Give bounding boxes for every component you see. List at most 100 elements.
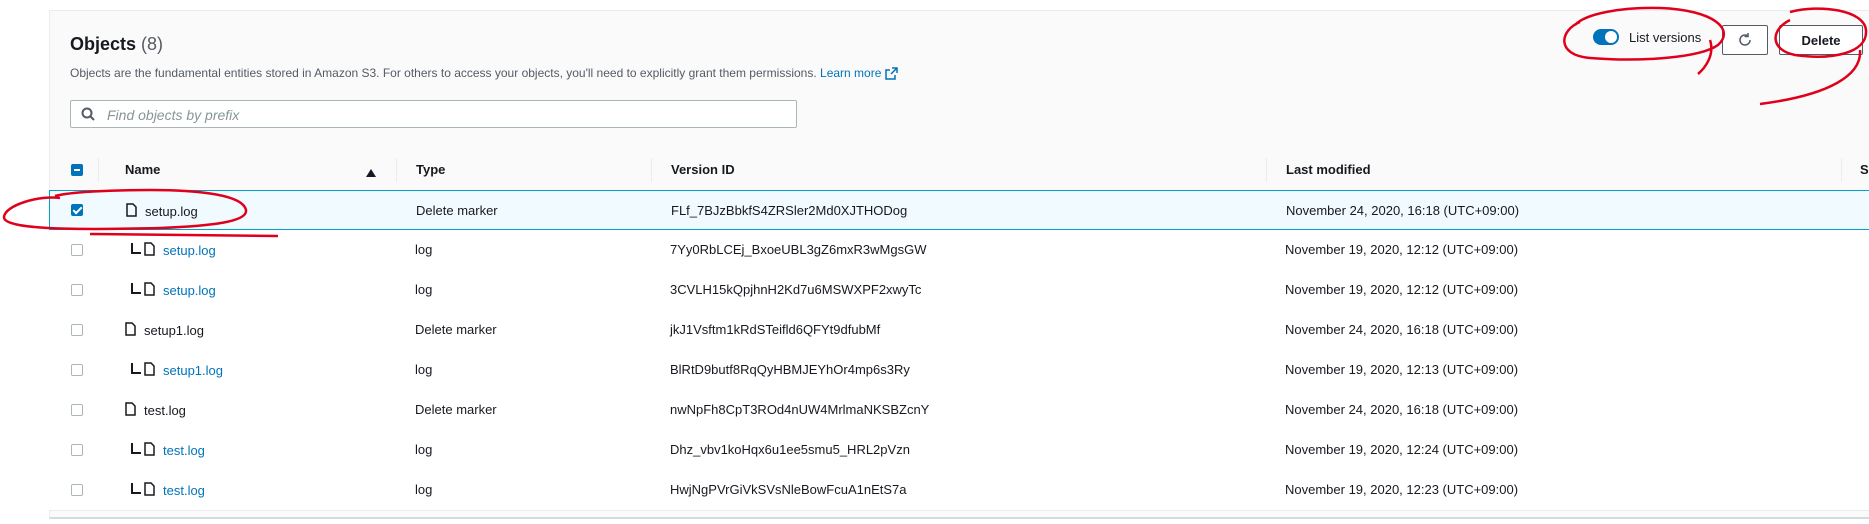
column-version-id[interactable]: Version ID <box>671 162 735 177</box>
sort-ascending-icon[interactable] <box>366 165 376 180</box>
version-id-cell: Dhz_vbv1koHqx6u1ee5smu5_HRL2pVzn <box>670 442 910 457</box>
column-divider <box>1841 158 1842 182</box>
table-row[interactable]: test.log log Dhz_vbv1koHqx6u1ee5smu5_HRL… <box>49 430 1869 471</box>
version-id-cell: jkJ1Vsftm1kRdSTeifld6QFYt9dfubMf <box>670 322 881 337</box>
child-branch-icon <box>131 283 141 294</box>
version-id-cell: HwjNgPVrGiVkSVsNleBowFcuA1nEtS7a <box>670 482 907 497</box>
column-divider <box>1266 158 1267 182</box>
file-icon <box>144 442 155 459</box>
table-row[interactable]: test.log log HwjNgPVrGiVkSVsNleBowFcuA1n… <box>49 470 1869 511</box>
file-icon <box>144 362 155 379</box>
type-cell: Delete marker <box>415 402 497 417</box>
file-icon <box>144 242 155 259</box>
row-checkbox[interactable] <box>71 404 83 416</box>
learn-more-link[interactable]: Learn more <box>820 66 899 83</box>
type-cell: log <box>415 282 433 297</box>
column-divider <box>396 158 397 182</box>
file-icon <box>126 203 137 220</box>
column-name[interactable]: Name <box>125 162 160 177</box>
row-checkbox[interactable] <box>71 284 83 296</box>
last-modified-cell: November 19, 2020, 12:12 (UTC+09:00) <box>1285 242 1519 257</box>
row-checkbox[interactable] <box>71 204 83 216</box>
version-id-cell: 3CVLH15kQpjhnH2Kd7u6MSWXPF2xwyTc <box>670 282 922 297</box>
version-id-cell: FLf_7BJzBbkfS4ZRSler2Md0XJTHODog <box>671 203 908 218</box>
last-modified-cell: November 24, 2020, 16:18 (UTC+09:00) <box>1285 402 1519 417</box>
object-name-link[interactable]: setup.log <box>163 243 216 258</box>
child-branch-icon <box>131 363 141 374</box>
name-cell: setup.log <box>126 203 198 220</box>
column-size[interactable]: S <box>1860 162 1869 177</box>
delete-button[interactable]: Delete <box>1779 25 1863 55</box>
type-cell: log <box>415 242 433 257</box>
name-cell: test.log <box>125 402 186 419</box>
refresh-button[interactable] <box>1722 25 1768 55</box>
select-all-checkbox[interactable] <box>71 164 83 176</box>
object-name-link[interactable]: test.log <box>163 483 205 498</box>
list-versions-toggle[interactable]: List versions <box>1593 29 1701 45</box>
last-modified-cell: November 24, 2020, 16:18 (UTC+09:00) <box>1285 322 1519 337</box>
object-name: test.log <box>144 403 186 418</box>
last-modified-cell: November 19, 2020, 12:13 (UTC+09:00) <box>1285 362 1519 377</box>
file-icon <box>125 402 136 419</box>
description-text: Objects are the fundamental entities sto… <box>70 66 817 80</box>
type-cell: log <box>415 482 433 497</box>
table-row[interactable]: setup1.log log BlRtD9butf8RqQyHBMJEYhOr4… <box>49 350 1869 391</box>
name-cell: setup.log <box>131 282 216 299</box>
object-count: (8) <box>141 34 164 54</box>
object-name: setup.log <box>145 204 198 219</box>
child-branch-icon <box>131 243 141 254</box>
last-modified-cell: November 24, 2020, 16:18 (UTC+09:00) <box>1286 203 1520 218</box>
refresh-icon <box>1739 33 1751 46</box>
table-header: Name Type Version ID Last modified S <box>49 150 1869 191</box>
type-cell: log <box>415 362 433 377</box>
object-name-link[interactable]: setup.log <box>163 283 216 298</box>
file-icon <box>144 282 155 299</box>
object-name: setup1.log <box>144 323 204 338</box>
column-divider <box>98 158 99 182</box>
name-cell: setup1.log <box>125 322 204 339</box>
search-box <box>70 100 797 128</box>
version-id-cell: 7Yy0RbLCEj_BxoeUBL3gZ6mxR3wMgsGW <box>670 242 927 257</box>
row-checkbox[interactable] <box>71 444 83 456</box>
row-checkbox[interactable] <box>71 484 83 496</box>
table-row[interactable]: setup.log log 3CVLH15kQpjhnH2Kd7u6MSWXPF… <box>49 270 1869 311</box>
row-checkbox[interactable] <box>71 324 83 336</box>
child-branch-icon <box>131 483 141 494</box>
row-checkbox[interactable] <box>71 364 83 376</box>
search-icon <box>81 107 95 121</box>
file-icon <box>144 482 155 499</box>
type-cell: log <box>415 442 433 457</box>
delete-label: Delete <box>1801 32 1841 48</box>
object-name-link[interactable]: setup1.log <box>163 363 223 378</box>
row-checkbox[interactable] <box>71 244 83 256</box>
table-row[interactable]: test.log Delete marker nwNpFh8CpT3ROd4nU… <box>49 390 1869 431</box>
name-cell: test.log <box>131 482 205 499</box>
column-last-modified[interactable]: Last modified <box>1286 162 1371 177</box>
file-icon <box>125 322 136 339</box>
type-cell: Delete marker <box>416 203 498 218</box>
version-id-cell: nwNpFh8CpT3ROd4nUW4MrlmaNKSBZcnY <box>670 402 930 417</box>
last-modified-cell: November 19, 2020, 12:23 (UTC+09:00) <box>1285 482 1519 497</box>
list-versions-label: List versions <box>1629 29 1702 45</box>
type-cell: Delete marker <box>415 322 497 337</box>
external-link-icon <box>885 67 899 83</box>
name-cell: setup.log <box>131 242 216 259</box>
table-row[interactable]: setup.log log 7Yy0RbLCEj_BxoeUBL3gZ6mxR3… <box>49 230 1869 271</box>
column-type[interactable]: Type <box>416 162 445 177</box>
name-cell: setup1.log <box>131 362 223 379</box>
version-id-cell: BlRtD9butf8RqQyHBMJEYhOr4mp6s3Ry <box>670 362 910 377</box>
column-divider <box>651 158 652 182</box>
table-row[interactable]: setup1.log Delete marker jkJ1Vsftm1kRdST… <box>49 310 1869 351</box>
name-cell: test.log <box>131 442 205 459</box>
page-title: Objects (8) <box>70 34 163 55</box>
toggle-switch[interactable] <box>1593 29 1619 45</box>
last-modified-cell: November 19, 2020, 12:12 (UTC+09:00) <box>1285 282 1519 297</box>
child-branch-icon <box>131 443 141 454</box>
search-input[interactable] <box>105 104 789 126</box>
object-name-link[interactable]: test.log <box>163 443 205 458</box>
learn-more-label: Learn more <box>820 66 882 80</box>
title-text: Objects <box>70 34 137 54</box>
last-modified-cell: November 19, 2020, 12:24 (UTC+09:00) <box>1285 442 1519 457</box>
table-row[interactable]: setup.log Delete marker FLf_7BJzBbkfS4ZR… <box>49 190 1869 230</box>
description: Objects are the fundamental entities sto… <box>70 66 899 83</box>
